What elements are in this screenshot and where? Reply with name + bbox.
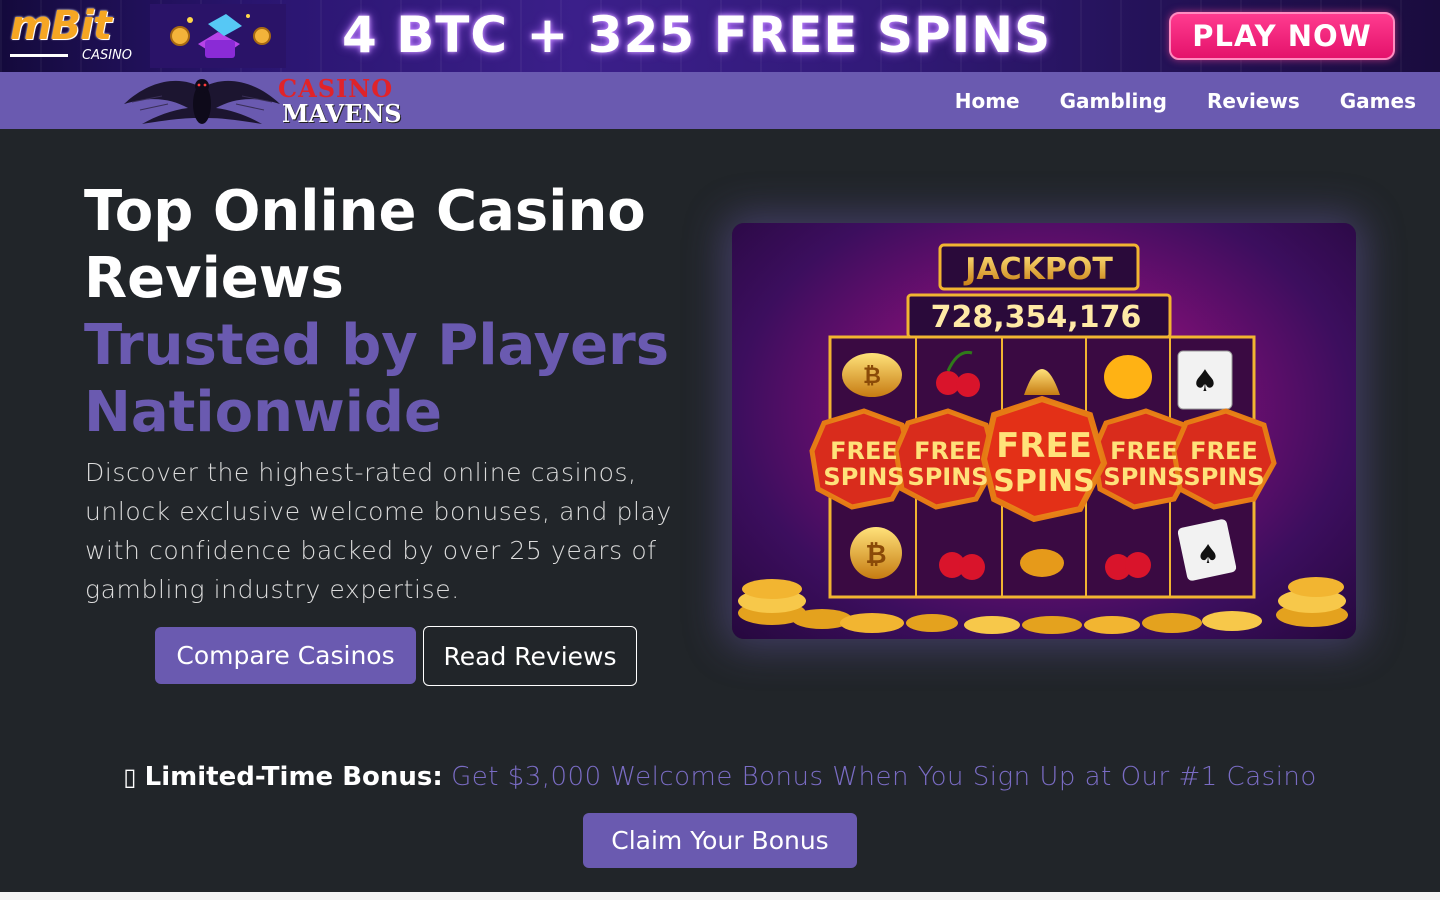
slot-machine-image: JACKPOT 728,354,176 ₿ ♠ FREE SPINS FREE … (732, 223, 1356, 639)
svg-text:FREE: FREE (1190, 437, 1258, 465)
treasure-chest-illustration (150, 4, 286, 68)
svg-text:₿: ₿ (865, 540, 886, 570)
hero-accent-line2: Nationwide (84, 380, 442, 445)
svg-text:♠: ♠ (1192, 364, 1219, 399)
eagle-icon (124, 79, 280, 124)
logo-dash (10, 54, 68, 57)
nav-link-reviews[interactable]: Reviews (1207, 89, 1300, 113)
mbit-brand-sub: CASINO (82, 48, 133, 63)
main-navbar: CASINO MAVENS Home Gambling Reviews Game… (0, 72, 1440, 129)
compare-casinos-button[interactable]: Compare Casinos (155, 627, 416, 684)
hero-title: Top Online Casino Reviews Trusted by Pla… (84, 178, 704, 446)
svg-text:FREE: FREE (914, 437, 982, 465)
svg-text:♠: ♠ (1196, 540, 1219, 570)
nav-links: Home Gambling Reviews Games (955, 72, 1416, 129)
play-now-button[interactable]: PLAY NOW (1169, 12, 1395, 60)
svg-text:SPINS: SPINS (823, 463, 904, 491)
promo-banner[interactable]: mBit CASINO 4 BTC + 325 FREE SPINS PLAY … (0, 0, 1440, 72)
gift-icon: ▯ (123, 763, 137, 791)
hero-description: Discover the highest-rated online casino… (85, 458, 672, 604)
svg-text:SPINS: SPINS (993, 464, 1094, 499)
nav-link-home[interactable]: Home (955, 89, 1020, 113)
hero-accent-line1: Trusted by Players (84, 313, 670, 378)
free-spins-badges: FREE SPINS FREE SPINS FREE SPINS FREE SP… (809, 395, 1277, 523)
page-bottom-strip (0, 892, 1440, 900)
hero-title-line1: Top Online Casino (84, 179, 646, 244)
bonus-announcement: ▯ Limited-Time Bonus: Get $3,000 Welcome… (0, 757, 1440, 797)
svg-text:FREE: FREE (1110, 437, 1178, 465)
jackpot-value: 728,354,176 (931, 300, 1142, 335)
read-reviews-button[interactable]: Read Reviews (423, 626, 637, 686)
bonus-label: Limited-Time Bonus: (144, 762, 443, 792)
svg-text:SPINS: SPINS (1103, 463, 1184, 491)
svg-text:SPINS: SPINS (1183, 463, 1264, 491)
mbit-brand: mBit (10, 3, 112, 49)
mbit-logo: mBit CASINO (10, 6, 145, 66)
jackpot-label: JACKPOT (963, 252, 1113, 287)
svg-text:SPINS: SPINS (907, 463, 988, 491)
hero-title-line2: Reviews (84, 246, 344, 311)
nav-link-games[interactable]: Games (1340, 89, 1416, 113)
nav-link-gambling[interactable]: Gambling (1060, 89, 1167, 113)
bonus-text: Get $3,000 Welcome Bonus When You Sign U… (451, 762, 1317, 792)
svg-text:FREE: FREE (996, 426, 1092, 466)
svg-text:FREE: FREE (830, 437, 898, 465)
svg-text:₿: ₿ (863, 364, 881, 389)
claim-bonus-button[interactable]: Claim Your Bonus (583, 813, 857, 868)
casino-mavens-logo[interactable]: CASINO MAVENS (122, 74, 422, 128)
logo-mavens-text: MAVENS (282, 99, 402, 128)
banner-headline: 4 BTC + 325 FREE SPINS (342, 6, 1052, 64)
